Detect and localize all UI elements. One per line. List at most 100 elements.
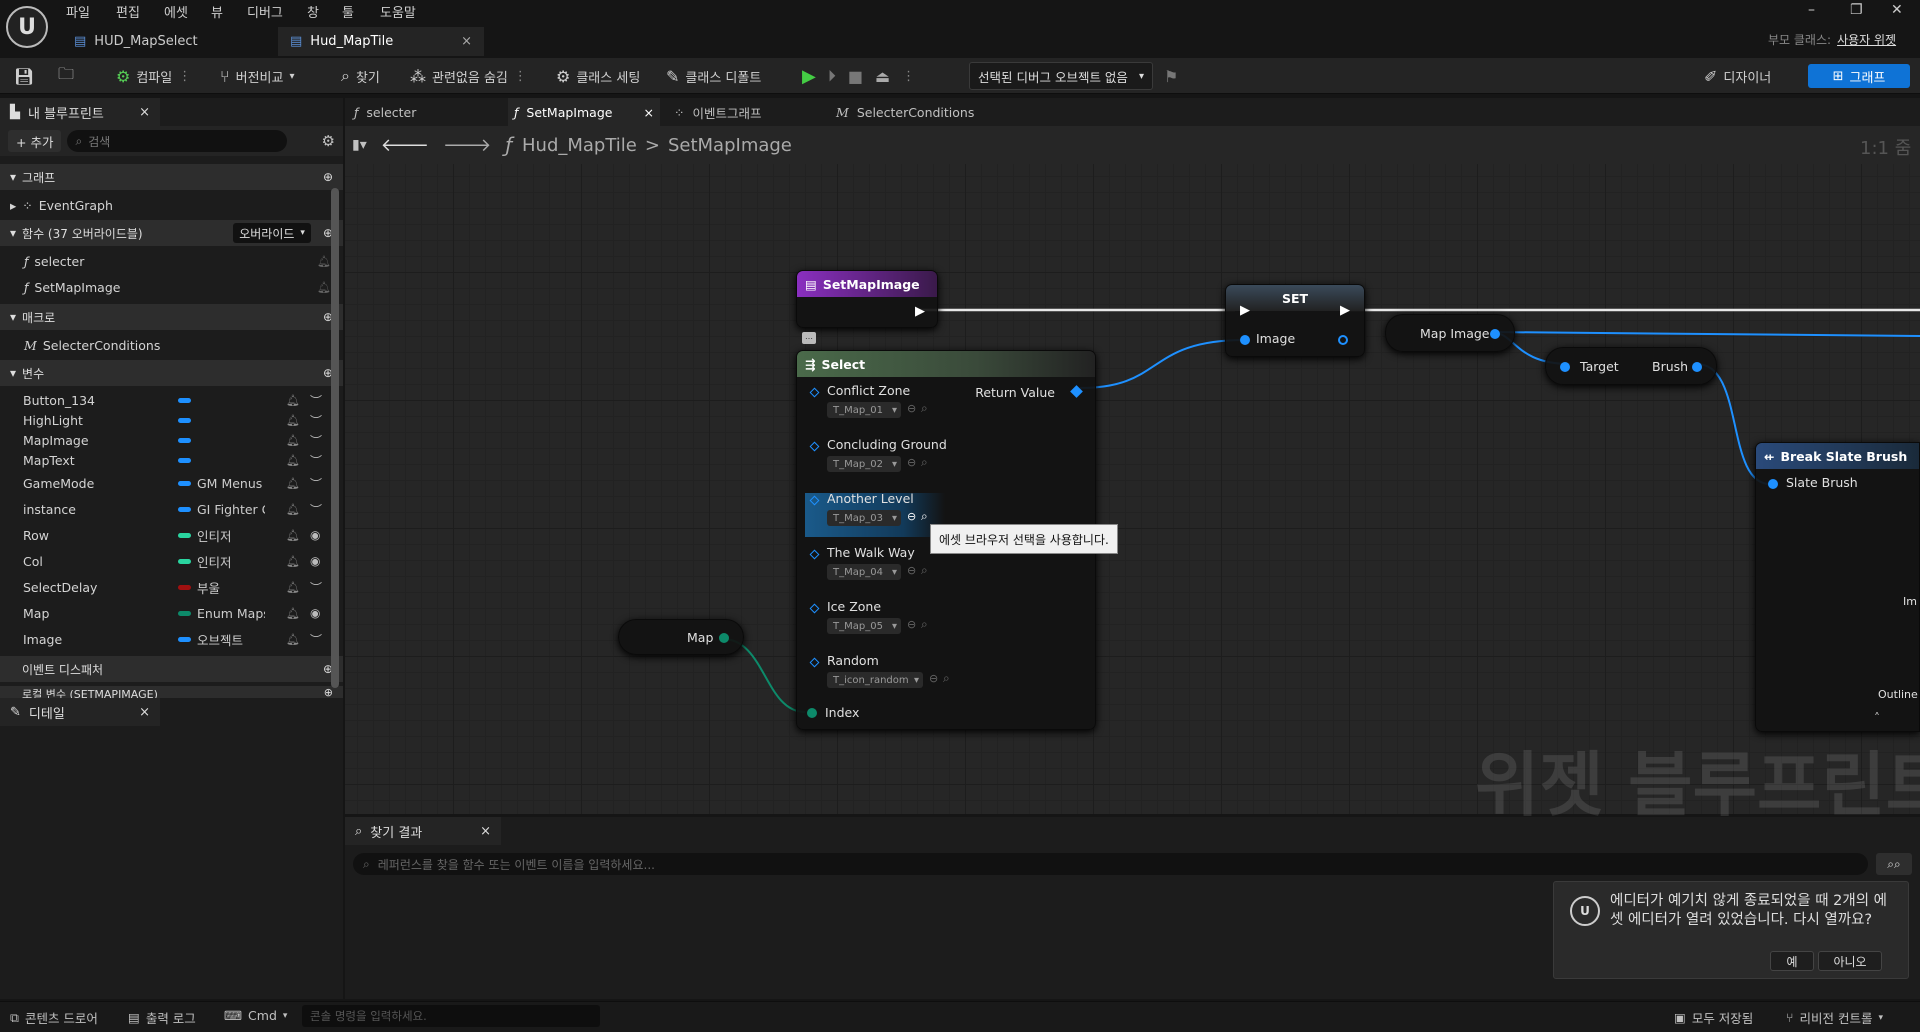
reopen-yes-button[interactable]: 예 <box>1770 951 1814 971</box>
menu-debug[interactable]: 디버그 <box>247 2 283 21</box>
use-selected-icon[interactable]: ⊖ <box>929 672 938 685</box>
find-button[interactable]: ⌕ 찾기 <box>341 58 380 94</box>
bell-icon[interactable]: 🔔︎ <box>286 477 300 490</box>
function-item-setmapimage[interactable]: ƒ SetMapImage 🔔︎ <box>0 276 343 298</box>
left-panel-scrollbar[interactable] <box>331 188 339 688</box>
eye-open-icon[interactable]: ◉ <box>310 554 320 568</box>
debug-filter-icon[interactable]: ⚑ <box>1164 58 1178 94</box>
bell-icon[interactable]: 🔔︎ <box>286 394 300 407</box>
target-pin[interactable] <box>1560 362 1570 372</box>
select-option[interactable]: Concluding Ground T_Map_02 ▾ ⊖ ⌕ <box>805 437 1045 479</box>
close-icon[interactable]: × <box>644 105 654 120</box>
details-tab[interactable]: ✎ 디테일 × <box>0 698 160 726</box>
section-macros[interactable]: ▾ 매크로 ⊕ <box>0 304 343 330</box>
return-value-pin[interactable] <box>1070 385 1083 398</box>
select-option[interactable]: Another Level T_Map_03 ▾ ⊖ ⌕ <box>805 491 945 537</box>
output-log-button[interactable]: ▤ 출력 로그 <box>128 1008 196 1027</box>
asset-picker[interactable]: T_Map_05 ▾ <box>827 618 901 634</box>
debug-object-dropdown[interactable]: 선택된 디버그 오브젝트 없음 ▾ <box>969 62 1153 90</box>
map-out-pin[interactable] <box>719 633 729 643</box>
option-pin[interactable] <box>809 495 820 506</box>
breadcrumb-root[interactable]: Hud_MapTile <box>522 135 637 156</box>
bell-icon[interactable]: 🔔︎ <box>286 529 300 542</box>
option-pin[interactable] <box>809 603 820 614</box>
hide-unrelated-button[interactable]: ⁂ 관련없음 숨김 ⋮ <box>410 58 527 94</box>
doc-tab-hud-maptile[interactable]: ▤ Hud_MapTile × <box>278 27 484 56</box>
browse-asset-icon[interactable]: ⌕ <box>921 401 928 416</box>
close-window-icon[interactable]: ✕ <box>1891 2 1903 18</box>
graph-mode-button[interactable]: ⊞ 그래프 <box>1808 64 1910 88</box>
exec-out-pin[interactable]: ▶ <box>915 304 925 319</box>
blueprint-search[interactable]: ⌕ 검색 <box>67 130 288 152</box>
eye-closed-icon[interactable]: ︶ <box>310 412 322 429</box>
search-input[interactable]: 검색 <box>88 133 110 150</box>
back-arrow-icon[interactable]: 🡐 <box>381 135 429 156</box>
comment-icon[interactable]: … <box>802 332 816 344</box>
use-selected-icon[interactable]: ⊖ <box>907 564 916 577</box>
bell-icon[interactable]: 🔔︎ <box>286 555 300 568</box>
find-results-input[interactable]: 레퍼런스를 찾을 함수 또는 이벤트 이름을 입력하세요... <box>378 856 655 873</box>
close-icon[interactable]: × <box>480 824 491 839</box>
browse-asset-icon[interactable]: ⌕ <box>921 563 928 578</box>
asset-picker[interactable]: T_Map_01 ▾ <box>827 402 901 418</box>
map-image-out-pin[interactable] <box>1490 329 1500 339</box>
stop-icon[interactable]: ■ <box>848 67 863 86</box>
menu-edit[interactable]: 편집 <box>116 2 140 21</box>
browse-asset-icon[interactable]: ⌕ <box>921 617 928 632</box>
bell-icon[interactable]: 🔔︎ <box>286 434 300 447</box>
asset-picker[interactable]: T_Map_02 ▾ <box>827 456 901 472</box>
compile-button[interactable]: ⚙ 컴파일 ⋮ <box>116 58 191 94</box>
select-option[interactable]: Conflict Zone T_Map_01 ▾ ⊖ ⌕ <box>805 383 1045 425</box>
select-option[interactable]: Ice Zone T_Map_05 ▾ ⊖ ⌕ <box>805 599 1045 641</box>
eye-closed-icon[interactable]: ︶ <box>310 475 322 492</box>
parent-class-link[interactable]: 사용자 위젯 <box>1837 31 1896 48</box>
browse-icon[interactable]: 🗀 <box>58 58 74 94</box>
revision-control-button[interactable]: ⑂ 리비전 컨트롤 ▾ <box>1786 1008 1883 1027</box>
save-icon[interactable]: 💾︎ <box>14 58 34 94</box>
doc-tab-hud-mapselect[interactable]: ▤ HUD_MapSelect <box>62 27 274 56</box>
option-pin[interactable] <box>809 657 820 668</box>
eye-closed-icon[interactable]: ︶ <box>310 579 322 596</box>
bell-icon[interactable]: 🔔︎ <box>286 607 300 620</box>
section-graph[interactable]: ▾ 그래프 ⊕ <box>0 164 343 190</box>
find-in-all-button[interactable]: ⌕⌕ <box>1876 853 1912 875</box>
image-in-pin[interactable] <box>1240 335 1250 345</box>
eject-icon[interactable]: ⏏ <box>875 67 890 86</box>
close-icon[interactable]: × <box>139 105 150 120</box>
class-settings-button[interactable]: ⚙ 클래스 세팅 <box>556 58 640 94</box>
my-blueprint-tab[interactable]: ▙ 내 블루프린트 × <box>0 98 160 126</box>
node-function-entry[interactable]: ▤ SetMapImage ▶ <box>796 270 938 328</box>
eye-open-icon[interactable]: ◉ <box>310 528 320 542</box>
variable-row[interactable]: Map Enum Maps 🔔︎ ◉ <box>0 600 343 626</box>
variable-row[interactable]: Image 오브젝트 🔔︎ ︶ <box>0 626 343 652</box>
node-get-brush[interactable]: Target Brush <box>1545 347 1717 385</box>
function-item-selecter[interactable]: ƒ selecter 🔔︎ <box>0 246 343 276</box>
browse-asset-icon[interactable]: ⌕ <box>921 455 928 470</box>
eye-closed-icon[interactable]: ︶ <box>310 452 322 469</box>
browse-asset-icon[interactable]: ⌕ <box>921 509 928 524</box>
use-selected-icon[interactable]: ⊖ <box>907 510 916 523</box>
asset-picker[interactable]: T_Map_03 ▾ <box>827 510 901 526</box>
bell-icon[interactable]: 🔔︎ <box>286 581 300 594</box>
section-functions[interactable]: ▾ 함수 (37 오버라이드블) 오버라이드 ▾ ⊕ <box>0 220 343 246</box>
graph-tab-selecterconditions[interactable]: M SelecterConditions <box>836 98 974 126</box>
macro-item-selecterconditions[interactable]: M SelecterConditions <box>0 330 343 360</box>
menu-view[interactable]: 뷰 <box>211 2 223 21</box>
option-pin[interactable] <box>809 441 820 452</box>
step-icon[interactable]: ⏵ <box>828 66 836 86</box>
add-button[interactable]: + 추가 <box>8 130 62 152</box>
diff-button[interactable]: ⑂ 버전비교 ▾ <box>220 58 294 94</box>
unreal-logo-icon[interactable]: U <box>6 6 48 48</box>
section-variables[interactable]: ▾ 변수 ⊕ <box>0 360 343 386</box>
close-icon[interactable]: × <box>461 34 472 49</box>
node-break-slate-brush[interactable]: ⇷ Break Slate Brush Slate Brush Im Outlin… <box>1755 442 1920 732</box>
graph-tab-setmapimage[interactable]: ƒ SetMapImage × <box>508 98 660 126</box>
eye-closed-icon[interactable]: ︶ <box>310 432 322 449</box>
section-event-dispatchers[interactable]: 이벤트 디스패처 ⊕ <box>0 656 343 682</box>
bell-icon[interactable]: 🔔︎ <box>286 414 300 427</box>
asset-picker[interactable]: T_icon_random ▾ <box>827 672 923 688</box>
chevron-up-icon[interactable]: ˄ <box>1874 711 1880 725</box>
console-input[interactable]: 콘솔 명령을 입력하세요. <box>302 1005 600 1027</box>
bell-icon[interactable]: 🔔︎ <box>286 633 300 646</box>
asset-picker[interactable]: T_Map_04 ▾ <box>827 564 901 580</box>
